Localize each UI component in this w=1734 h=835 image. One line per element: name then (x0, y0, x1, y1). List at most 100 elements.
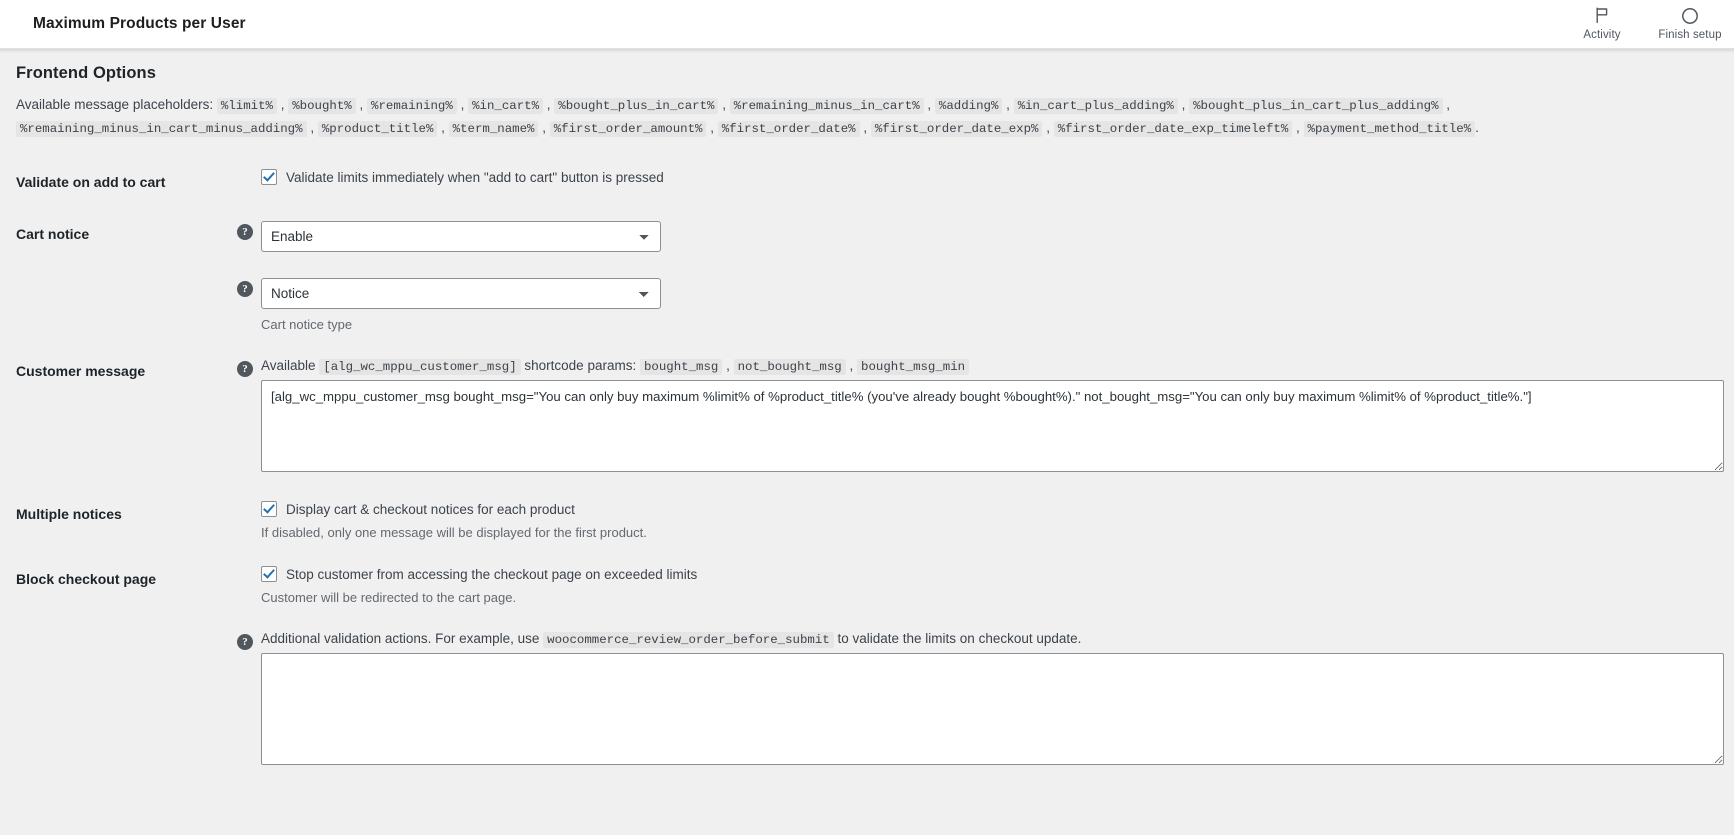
separator: , (1442, 97, 1451, 112)
additional-validation-field: ? Additional validation actions. For exa… (237, 631, 1724, 768)
help-icon[interactable]: ? (237, 224, 253, 241)
separator: , (456, 97, 465, 112)
available-placeholders: Available message placeholders: %limit% … (0, 83, 1732, 140)
placeholder-chip: %first_order_date_exp_timeleft% (1053, 121, 1293, 137)
placeholder-chip: %first_order_amount% (549, 121, 707, 137)
frontend-options-panel: Frontend Options Available message place… (0, 49, 1734, 835)
placeholder-chip: %limit% (216, 98, 277, 114)
validate-on-add-to-cart-field: Validate limits immediately when "add to… (261, 169, 1724, 185)
placeholder-chip: %bought_plus_in_cart% (554, 98, 719, 114)
label-cart-notice: Cart notice (16, 226, 90, 243)
customer-message-textarea[interactable] (261, 380, 1724, 473)
separator: , (845, 358, 854, 374)
placeholder-chip: %first_order_date_exp% (870, 121, 1043, 137)
label-block-checkout-page: Block checkout page (16, 571, 157, 588)
shortcode-params-label: shortcode params: (524, 358, 637, 374)
shortcode-param-chip: bought_msg_min (857, 359, 970, 376)
label-customer-message: Customer message (16, 363, 146, 380)
hook-name-code: woocommerce_review_order_before_submit (543, 632, 834, 649)
shortcode-param-list: bought_msg , not_bought_msg , bought_msg… (636, 358, 970, 376)
separator: , (923, 97, 932, 112)
shortcode-tag: [alg_wc_mppu_customer_msg] (319, 359, 521, 376)
section-title: Frontend Options (16, 64, 156, 82)
separator: , (306, 120, 315, 135)
label-validate-on-add-to-cart: Validate on add to cart (16, 174, 166, 190)
flag-icon (1594, 7, 1610, 26)
separator: , (722, 358, 730, 374)
finish-setup-button[interactable]: Finish setup (1646, 0, 1734, 48)
help-icon[interactable]: ? (237, 634, 253, 651)
row-cart-notice-type: ? Notice Cart notice type (0, 265, 1734, 345)
separator: , (543, 97, 551, 112)
help-icon[interactable]: ? (237, 281, 253, 298)
separator: , (1177, 97, 1186, 112)
placeholder-list: %limit% , %bought% , %remaining% , %in_c… (16, 97, 1476, 137)
finish-setup-label: Finish setup (1658, 29, 1722, 41)
cart-notice-type-description: Cart notice type (261, 317, 353, 333)
help-icon[interactable]: ? (237, 361, 253, 378)
row-validate-on-add-to-cart: Validate on add to cart Validate limits … (0, 156, 1734, 208)
label-cart-notice-type-empty (0, 265, 237, 345)
additional-validation-textarea[interactable] (261, 653, 1724, 766)
separator: , (706, 120, 714, 135)
placeholder-chip: %first_order_date% (717, 121, 860, 137)
block-checkout-page-field: Stop customer from accessing the checkou… (261, 566, 1724, 583)
separator: , (1292, 120, 1300, 135)
multiple-notices-checkbox-label: Display cart & checkout notices for each… (286, 501, 575, 517)
validate-on-add-to-cart-checkbox[interactable] (261, 169, 277, 185)
separator: , (1002, 97, 1010, 112)
separator: , (276, 97, 285, 112)
block-checkout-page-checkbox-label: Stop customer from accessing the checkou… (286, 566, 698, 582)
separator: , (355, 97, 364, 112)
circle-icon (1681, 7, 1699, 26)
shortcode-param-chip: bought_msg (639, 359, 723, 376)
placeholder-chip: %bought% (288, 98, 356, 114)
activity-button[interactable]: Activity (1558, 0, 1646, 48)
placeholder-chip: %adding% (934, 98, 1003, 114)
separator: , (859, 120, 868, 135)
additional-validation-suffix: to validate the limits on checkout updat… (837, 631, 1082, 647)
topbar-actions: Activity Finish setup (1558, 0, 1734, 48)
placeholder-chip: %remaining% (367, 98, 457, 114)
separator: , (1042, 120, 1050, 135)
frontend-options-form: Validate on add to cart Validate limits … (0, 156, 1734, 781)
placeholder-chip: %product_title% (317, 121, 438, 137)
additional-validation-description: Additional validation actions. For examp… (261, 631, 1724, 649)
customer-message-shortcode-info: Available [alg_wc_mppu_customer_msg] sho… (261, 358, 1724, 376)
placeholder-chip: %in_cart% (468, 98, 544, 114)
placeholders-period: . (1475, 120, 1479, 135)
block-checkout-page-description: Customer will be redirected to the cart … (261, 590, 517, 606)
additional-validation-prefix: Additional validation actions. For examp… (261, 631, 540, 647)
separator: , (718, 97, 726, 112)
row-cart-notice: Cart notice ? Enable (0, 208, 1734, 265)
placeholders-intro: Available message placeholders: (16, 97, 214, 112)
placeholder-chip: %bought_plus_in_cart_plus_adding% (1189, 98, 1443, 114)
separator: , (538, 120, 546, 135)
activity-label: Activity (1583, 29, 1621, 41)
separator: , (437, 120, 445, 135)
cart-notice-field: ? Enable (237, 221, 1724, 253)
placeholder-chip: %term_name% (448, 121, 539, 137)
row-multiple-notices: Multiple notices Display cart & checkout… (0, 488, 1734, 553)
row-block-checkout-page: Block checkout page Stop customer from a… (0, 553, 1734, 618)
page-title: Maximum Products per User (33, 15, 246, 32)
multiple-notices-field: Display cart & checkout notices for each… (261, 501, 1724, 518)
placeholder-chip: %payment_method_title% (1303, 121, 1476, 137)
label-multiple-notices: Multiple notices (16, 506, 122, 523)
block-checkout-page-checkbox[interactable] (261, 566, 277, 583)
multiple-notices-description: If disabled, only one message will be di… (261, 525, 647, 541)
placeholder-chip: %in_cart_plus_adding% (1013, 98, 1178, 114)
shortcode-param-chip: not_bought_msg (733, 359, 846, 376)
row-customer-message: Customer message ? Available [alg_wc_mpp… (0, 345, 1734, 488)
cart-notice-type-field: ? Notice Cart notice type (237, 278, 1724, 332)
cart-notice-type-select[interactable]: Notice (261, 278, 661, 310)
customer-message-field: ? Available [alg_wc_mppu_customer_msg] s… (237, 358, 1724, 475)
validate-on-add-to-cart-checkbox-label: Validate limits immediately when "add to… (286, 169, 664, 185)
multiple-notices-checkbox[interactable] (261, 501, 277, 518)
placeholder-chip: %remaining_minus_in_cart% (729, 98, 924, 114)
row-additional-validation: ? Additional validation actions. For exa… (0, 618, 1734, 781)
placeholder-chip: %remaining_minus_in_cart_minus_adding% (16, 121, 307, 137)
cart-notice-select[interactable]: Enable (261, 221, 661, 253)
available-prefix: Available (261, 358, 316, 374)
top-bar: Maximum Products per User Activity Finis… (0, 0, 1734, 49)
